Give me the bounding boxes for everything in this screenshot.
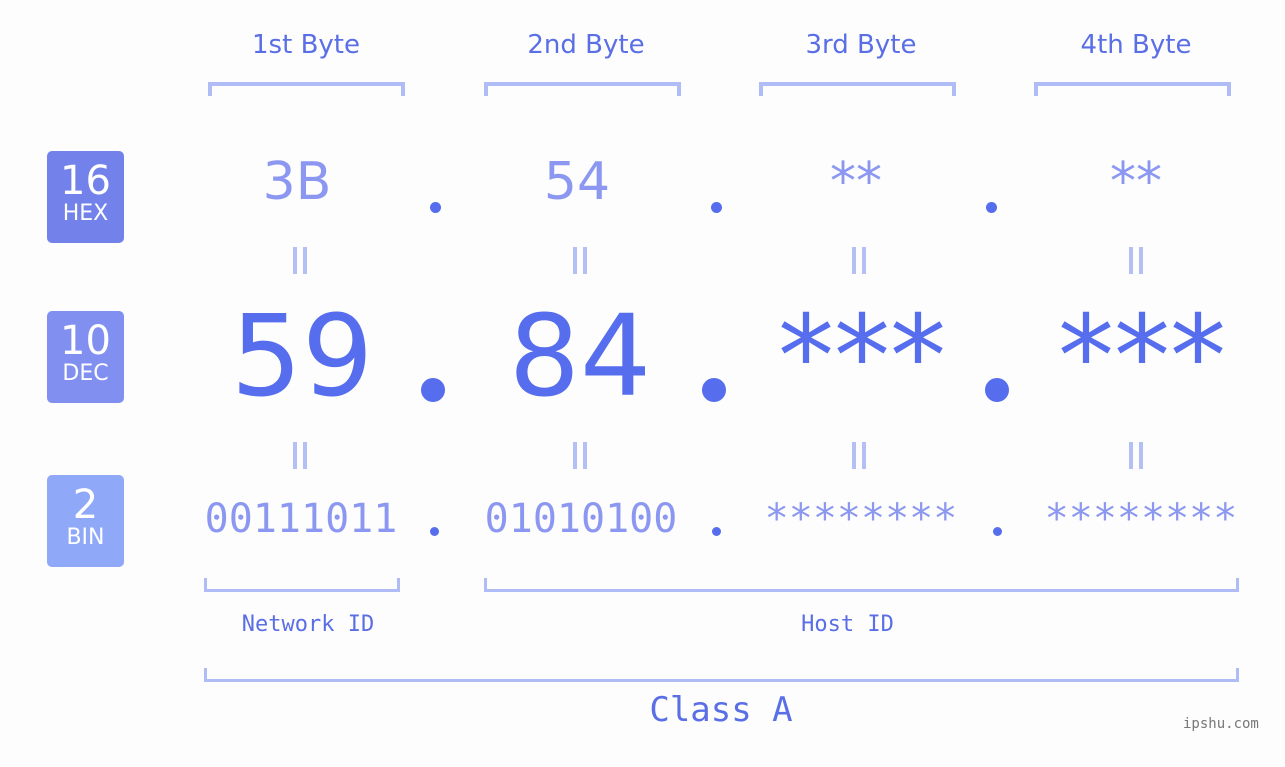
bin-value-4: ******** — [1044, 496, 1238, 542]
byte-header-4: 4th Byte — [1080, 30, 1192, 60]
hex-dot-separator-2 — [711, 202, 722, 213]
bin-base-label: BIN — [66, 525, 105, 550]
network-id-bracket — [204, 578, 400, 592]
hex-base-number: 16 — [60, 158, 111, 204]
hex-value-3: ** — [830, 152, 882, 212]
byte-bracket-3 — [759, 82, 956, 96]
host-id-bracket — [484, 578, 1239, 592]
bin-value-2: 01010100 — [484, 496, 678, 542]
dec-value-3: *** — [778, 292, 946, 422]
equals-icon — [849, 247, 869, 275]
byte-bracket-2 — [484, 82, 681, 96]
byte-header-2: 2nd Byte — [527, 30, 645, 60]
dec-dot-separator-2 — [702, 378, 726, 402]
dec-dot-separator-1 — [421, 378, 445, 402]
class-label: Class A — [649, 690, 793, 730]
bin-dot-separator-2 — [712, 527, 721, 536]
hex-value-4: ** — [1110, 152, 1162, 212]
equals-icon — [570, 247, 590, 275]
hex-base-badge: 16 HEX — [47, 151, 124, 243]
bin-dot-separator-1 — [430, 527, 439, 536]
equals-icon — [290, 247, 310, 275]
watermark: ipshu.com — [1183, 716, 1259, 732]
dec-base-badge: 10 DEC — [47, 311, 124, 403]
class-bracket — [204, 668, 1239, 682]
hex-dot-separator-3 — [986, 202, 997, 213]
dec-value-2: 84 — [508, 292, 652, 422]
bin-value-1: 00111011 — [204, 496, 398, 542]
dec-value-4: *** — [1058, 292, 1226, 422]
equals-icon — [1126, 247, 1146, 275]
dec-value-1: 59 — [230, 292, 374, 422]
hex-base-label: HEX — [62, 201, 109, 226]
byte-header-1: 1st Byte — [252, 30, 360, 60]
equals-icon — [849, 442, 869, 470]
dec-base-label: DEC — [62, 361, 109, 386]
dec-base-number: 10 — [60, 318, 111, 364]
byte-bracket-4 — [1034, 82, 1231, 96]
hex-value-1: 3B — [262, 152, 332, 212]
equals-icon — [570, 442, 590, 470]
byte-bracket-1 — [208, 82, 405, 96]
equals-icon — [290, 442, 310, 470]
bin-base-number: 2 — [72, 482, 99, 528]
bin-dot-separator-3 — [993, 527, 1002, 536]
hex-value-2: 54 — [543, 152, 611, 212]
dec-dot-separator-3 — [985, 378, 1009, 402]
network-id-label: Network ID — [241, 612, 375, 637]
bin-value-3: ******** — [764, 496, 958, 542]
bin-base-badge: 2 BIN — [47, 475, 124, 567]
equals-icon — [1126, 442, 1146, 470]
byte-header-3: 3rd Byte — [805, 30, 917, 60]
hex-dot-separator-1 — [430, 202, 441, 213]
host-id-label: Host ID — [801, 612, 894, 637]
